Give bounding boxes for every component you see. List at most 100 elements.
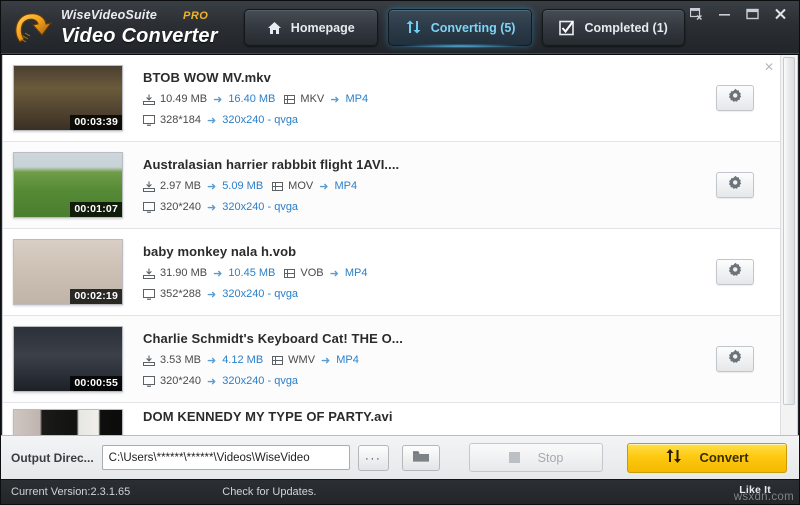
scrollbar-thumb[interactable]: [783, 57, 795, 405]
arrow-icon: ➜: [206, 288, 217, 301]
output-path-value: C:\Users\******\******\Videos\WiseVideo: [109, 452, 310, 464]
monitor-icon: [143, 202, 155, 213]
arrow-icon: ➜: [206, 201, 217, 214]
arrow-icon: ➜: [329, 267, 340, 280]
target-format: MP4: [345, 267, 368, 279]
stop-label: Stop: [538, 451, 564, 465]
table-row[interactable]: 00:00:55 Charlie Schmidt's Keyboard Cat! …: [3, 316, 780, 403]
arrow-icon: ➜: [212, 267, 223, 280]
stop-button[interactable]: Stop: [469, 443, 603, 472]
source-format: WMV: [288, 354, 315, 366]
source-resolution: 352*288: [160, 288, 201, 300]
resolution-line: 352*288 ➜ 320x240 - qvga: [143, 288, 716, 301]
remove-row-button[interactable]: ✕: [762, 60, 776, 74]
tab-homepage[interactable]: Homepage: [244, 9, 378, 46]
target-size: 10.45 MB: [228, 267, 275, 279]
tab-completed[interactable]: Completed (1): [542, 9, 684, 46]
table-row[interactable]: DOM KENNEDY MY TYPE OF PARTY.avi: [3, 403, 780, 435]
table-row[interactable]: 00:01:07 Australasian harrier rabbbit fli…: [3, 142, 780, 229]
tab-converting[interactable]: Converting (5): [388, 9, 533, 46]
video-converter-window: WiseVideoSuite PRO Video Converter Homep…: [0, 0, 800, 505]
file-name: baby monkey nala h.vob: [143, 244, 716, 259]
duration-badge: 00:03:39: [70, 115, 122, 130]
row-settings-button[interactable]: [716, 346, 754, 372]
monitor-icon: [143, 289, 155, 300]
file-name: DOM KENNEDY MY TYPE OF PARTY.avi: [143, 409, 772, 424]
duration-badge: 00:01:07: [70, 202, 122, 217]
folder-icon: [412, 449, 430, 466]
window-controls: [683, 3, 793, 25]
arrow-icon: ➜: [206, 114, 217, 127]
row-settings-button[interactable]: [716, 172, 754, 198]
list-scrollbar[interactable]: [780, 55, 797, 435]
target-format: MP4: [345, 93, 368, 105]
video-thumbnail: 00:00:55: [13, 326, 123, 392]
arrow-icon: ➜: [212, 93, 223, 106]
size-format-line: 3.53 MB➜4.12 MBWMV➜MP4: [143, 354, 716, 367]
app-header: WiseVideoSuite PRO Video Converter Homep…: [1, 1, 799, 55]
output-path-input[interactable]: C:\Users\******\******\Videos\WiseVideo: [102, 445, 350, 470]
minimize-to-tray-button[interactable]: [683, 3, 709, 25]
table-row[interactable]: 00:03:39BTOB WOW MV.mkv10.49 MB➜16.40 MB…: [3, 55, 780, 142]
file-info: Australasian harrier rabbbit flight 1AVI…: [143, 157, 716, 214]
source-resolution: 328*184: [160, 114, 201, 126]
source-size: 3.53 MB: [160, 354, 201, 366]
resolution-line: 320*240 ➜ 320x240 - qvga: [143, 201, 716, 214]
source-resolution: 320*240: [160, 201, 201, 213]
converting-list-area: 00:03:39BTOB WOW MV.mkv10.49 MB➜16.40 MB…: [2, 55, 798, 435]
gear-icon: [728, 88, 743, 108]
app-title: Video Converter: [61, 26, 218, 46]
home-icon: [267, 21, 282, 35]
maximize-button[interactable]: [739, 3, 765, 25]
source-format: VOB: [300, 267, 323, 279]
video-thumbnail: 00:01:07: [13, 152, 123, 218]
target-resolution: 320x240 - qvga: [222, 375, 298, 387]
source-format: MKV: [300, 93, 324, 105]
convert-label: Convert: [699, 450, 748, 465]
film-format-icon: [284, 268, 295, 279]
source-resolution: 320*240: [160, 375, 201, 387]
monitor-icon: [143, 376, 155, 387]
table-row[interactable]: 00:02:19 baby monkey nala h.vob 31.90 MB ➜ 1…: [3, 229, 780, 316]
convert-button[interactable]: Convert: [627, 443, 787, 473]
arrow-icon: ➜: [320, 354, 331, 367]
video-thumbnail: [13, 409, 123, 435]
open-folder-button[interactable]: [402, 445, 440, 471]
convert-arrows-icon: [665, 448, 683, 467]
watermark: wsxdn.com: [734, 491, 794, 503]
video-thumbnail: 00:02:19: [13, 239, 123, 305]
source-format: MOV: [288, 180, 313, 192]
convert-arrows-icon: [405, 20, 422, 35]
check-updates-link[interactable]: Check for Updates.: [222, 486, 316, 498]
brand-suite-label: WiseVideoSuite: [61, 9, 157, 22]
checkbox-checked-icon: [559, 20, 575, 36]
target-resolution: 320x240 - qvga: [222, 201, 298, 213]
target-size: 4.12 MB: [222, 354, 263, 366]
minimize-button[interactable]: [711, 3, 737, 25]
film-format-icon: [272, 355, 283, 366]
output-directory-label: Output Direc...: [11, 451, 94, 465]
status-bar: Current Version:2.3.1.65 Check for Updat…: [1, 479, 799, 504]
close-button[interactable]: [767, 3, 793, 25]
arrow-icon: ➜: [206, 180, 217, 193]
target-format: MP4: [336, 354, 359, 366]
row-settings-button[interactable]: [716, 259, 754, 285]
file-info: Charlie Schmidt's Keyboard Cat! THE O...…: [143, 331, 716, 388]
gear-icon: [728, 349, 743, 369]
duration-badge: 00:00:55: [70, 376, 122, 391]
target-size: 5.09 MB: [222, 180, 263, 192]
brand-pro-badge: PRO: [183, 11, 208, 22]
source-size: 31.90 MB: [160, 267, 207, 279]
arrow-icon: ➜: [318, 180, 329, 193]
brand: WiseVideoSuite PRO Video Converter: [1, 6, 218, 50]
target-format: MP4: [334, 180, 357, 192]
app-logo-icon: [9, 6, 55, 50]
monitor-icon: [143, 115, 155, 126]
arrow-icon: ➜: [206, 375, 217, 388]
target-resolution: 320x240 - qvga: [222, 288, 298, 300]
file-size-icon: [143, 268, 155, 279]
target-resolution: 320x240 - qvga: [222, 114, 298, 126]
browse-button[interactable]: ···: [358, 445, 389, 471]
row-settings-button[interactable]: [716, 85, 754, 111]
file-size-icon: [143, 355, 155, 366]
